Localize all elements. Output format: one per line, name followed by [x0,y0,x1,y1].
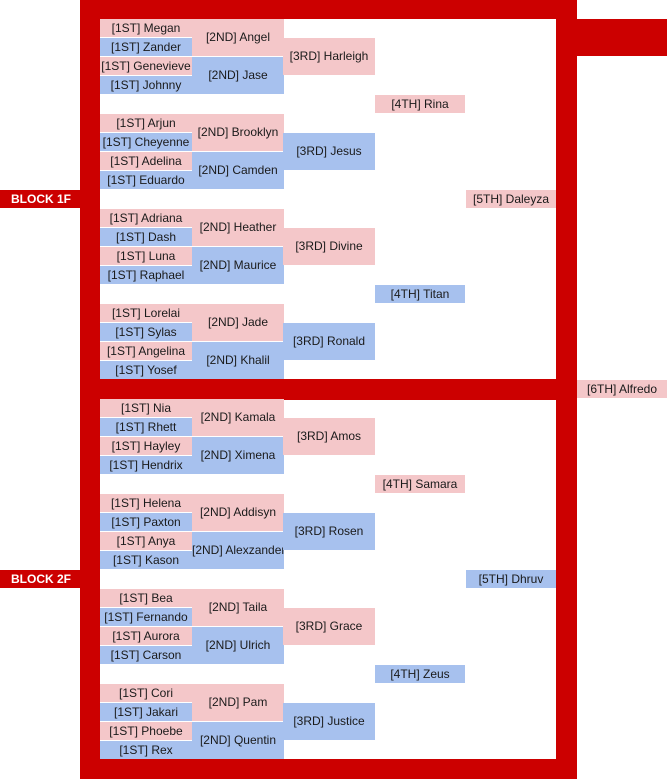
round1-entry: [1ST] Dash [100,228,192,246]
round4-entry: [4TH] Zeus [375,665,465,683]
round1-entry: [1ST] Paxton [100,513,192,531]
sixth-round-winner: [6TH] Alfredo [577,380,667,398]
round1-entry: [1ST] Johnny [100,76,192,94]
round5-entry: [5TH] Dhruv [466,570,556,588]
round4-entry: [4TH] Rina [375,95,465,113]
round3-entry: [3RD] Jesus [283,133,375,170]
round2-entry: [2ND] Jade [192,304,284,341]
round1-entry: [1ST] Jakari [100,703,192,721]
round1-entry: [1ST] Phoebe [100,722,192,740]
round1-entry: [1ST] Rex [100,741,192,759]
block-2-label: BLOCK 2F [0,570,82,588]
round1-entry: [1ST] Arjun [100,114,192,132]
round2-entry: [2ND] Angel [192,19,284,56]
round1-entry: [1ST] Carson [100,646,192,664]
block-1-label: BLOCK 1F [0,190,82,208]
round1-entry: [1ST] Nia [100,399,192,417]
round1-entry: [1ST] Luna [100,247,192,265]
round1-entry: [1ST] Cori [100,684,192,702]
round1-entry: [1ST] Yosef [100,361,192,379]
round1-entry: [1ST] Helena [100,494,192,512]
round2-entry: [2ND] Pam [192,684,284,721]
round1-entry: [1ST] Rhett [100,418,192,436]
round2-entry: [2ND] Quentin [192,722,284,759]
round2-entry: [2ND] Jase [192,57,284,94]
round2-entry: [2ND] Camden [192,152,284,189]
round5-entry: [5TH] Daleyza [466,190,556,208]
round1-entry: [1ST] Megan [100,19,192,37]
round2-entry: [2ND] Heather [192,209,284,246]
round1-entry: [1ST] Zander [100,38,192,56]
round2-entry: [2ND] Ulrich [192,627,284,664]
round1-entry: [1ST] Hendrix [100,456,192,474]
round2-entry: [2ND] Alexzander [192,532,284,569]
round3-entry: [3RD] Rosen [283,513,375,550]
round1-entry: [1ST] Lorelai [100,304,192,322]
round1-entry: [1ST] Genevieve [100,57,192,75]
round2-entry: [2ND] Taila [192,589,284,626]
round1-entry: [1ST] Hayley [100,437,192,455]
round1-entry: [1ST] Kason [100,551,192,569]
round4-entry: [4TH] Titan [375,285,465,303]
round1-entry: [1ST] Eduardo [100,171,192,189]
round3-entry: [3RD] Harleigh [283,38,375,75]
round1-entry: [1ST] Cheyenne [100,133,192,151]
round1-entry: [1ST] Adelina [100,152,192,170]
round1-entry: [1ST] Angelina [100,342,192,360]
round2-entry: [2ND] Kamala [192,399,284,436]
round3-entry: [3RD] Justice [283,703,375,740]
round4-entry: [4TH] Samara [375,475,465,493]
round1-entry: [1ST] Raphael [100,266,192,284]
round3-entry: [3RD] Divine [283,228,375,265]
round1-entry: [1ST] Sylas [100,323,192,341]
round1-entry: [1ST] Fernando [100,608,192,626]
round2-entry: [2ND] Brooklyn [192,114,284,151]
round1-entry: [1ST] Aurora [100,627,192,645]
round2-entry: [2ND] Addisyn [192,494,284,531]
round1-entry: [1ST] Adriana [100,209,192,227]
final-connector [577,19,667,56]
round2-entry: [2ND] Khalil [192,342,284,379]
round1-entry: [1ST] Anya [100,532,192,550]
round3-entry: [3RD] Ronald [283,323,375,360]
round1-entry: [1ST] Bea [100,589,192,607]
round3-entry: [3RD] Grace [283,608,375,645]
round2-entry: [2ND] Maurice [192,247,284,284]
round3-entry: [3RD] Amos [283,418,375,455]
round2-entry: [2ND] Ximena [192,437,284,474]
